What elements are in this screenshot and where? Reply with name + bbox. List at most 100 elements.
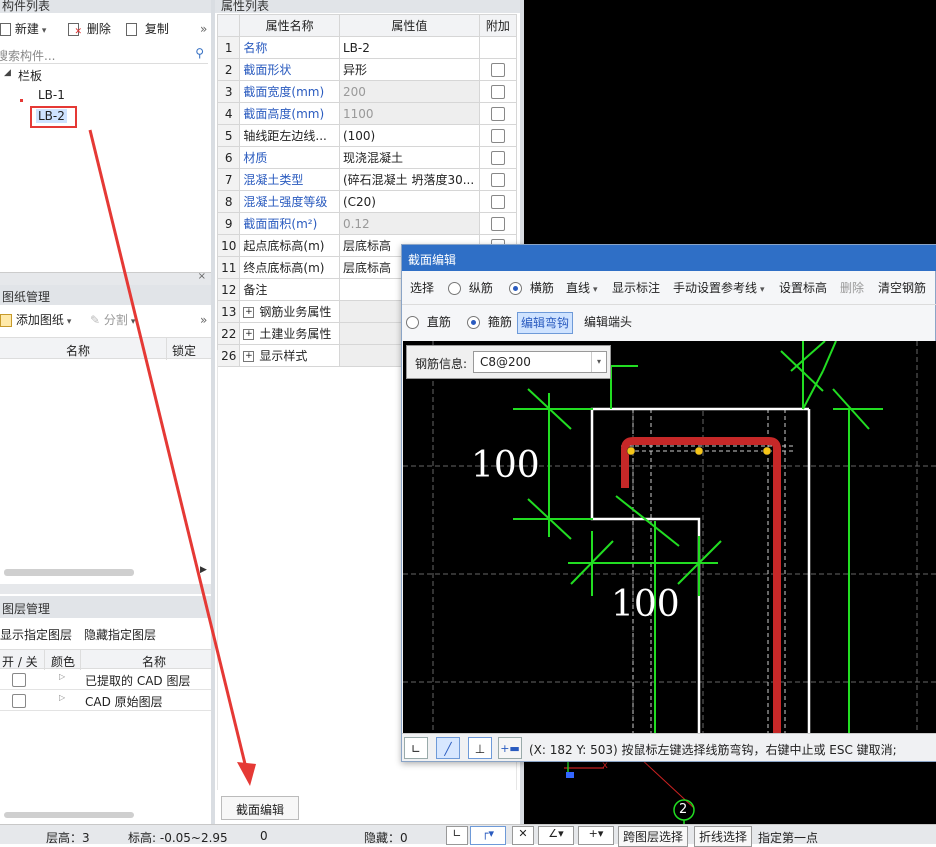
delete-button[interactable]: ✕ 删除: [68, 18, 111, 40]
component-search[interactable]: 搜索构件... ⚲: [0, 44, 208, 64]
rebar-info-select[interactable]: C8@200 ▾: [473, 351, 607, 373]
expand-plus-icon[interactable]: +: [243, 329, 255, 340]
stirrup-radio[interactable]: 箍筋: [467, 311, 512, 333]
more-icon[interactable]: »: [200, 18, 207, 40]
property-row[interactable]: 1 名称 LB-2: [216, 36, 518, 59]
property-name: 材质: [239, 146, 340, 169]
tree-item-lb1[interactable]: LB-1: [38, 88, 65, 102]
divider: [402, 304, 936, 305]
section-edit-dialog: 截面编辑 选择 纵筋 横筋 直线 显示标注 手动设置参考线 设置标高 删除 清空…: [401, 244, 936, 762]
property-value[interactable]: (100): [338, 124, 480, 147]
property-name: 截面宽度(mm): [239, 80, 340, 103]
component-tree: ◢ 栏板 LB-1 LB-2: [0, 66, 211, 266]
expand-plus-icon[interactable]: +: [243, 307, 255, 318]
panel-splitter[interactable]: ×: [0, 271, 211, 285]
property-row[interactable]: 8 混凝土强度等级 (C20): [216, 190, 518, 213]
manual-reference-line-dropdown[interactable]: 手动设置参考线: [673, 277, 765, 299]
select-button[interactable]: 选择: [410, 277, 434, 299]
property-row[interactable]: 6 材质 现浇混凝土: [216, 146, 518, 169]
scroll-arrow-right-icon[interactable]: ▶: [200, 565, 207, 575]
tree-group-balustrade[interactable]: 栏板: [18, 67, 42, 84]
attach-checkbox[interactable]: [490, 194, 505, 209]
transverse-rebar-radio[interactable]: 横筋: [509, 277, 554, 299]
search-icon[interactable]: ⚲: [195, 46, 204, 60]
layer-row[interactable]: ▷ CAD 原始图层: [0, 690, 211, 711]
new-button[interactable]: 新建: [0, 18, 46, 40]
property-group-label: 土建业务属性: [259, 327, 332, 341]
show-dimension-button[interactable]: 显示标注: [612, 277, 660, 299]
property-row[interactable]: 2 截面形状 异形: [216, 58, 518, 81]
edit-end-button[interactable]: 编辑端头: [584, 311, 632, 333]
snap-diagonal-icon[interactable]: ╱: [436, 737, 460, 759]
property-value[interactable]: (碎石混凝土 坍落度30...: [338, 168, 480, 191]
add-drawing-button[interactable]: 添加图纸: [0, 309, 71, 331]
longitudinal-rebar-radio[interactable]: 纵筋: [448, 277, 493, 299]
property-value[interactable]: LB-2: [338, 36, 480, 59]
close-icon[interactable]: ×: [198, 271, 206, 282]
attach-checkbox[interactable]: [490, 172, 505, 187]
component-list-panel: 构件列表 新建 ✕ 删除 复制 » 搜索构件... ⚲ ◢ 栏板 LB-1 LB…: [0, 0, 211, 272]
attach-cell: [478, 102, 518, 125]
property-value[interactable]: 现浇混凝土: [338, 146, 480, 169]
dialog-statusbar: ∟ ╱ ⊥ +▬ (X: 182 Y: 503) 按鼠标左键选择线筋弯钩，右键中…: [402, 733, 936, 761]
axis-snap-dropdown[interactable]: +▾: [578, 826, 614, 845]
property-row[interactable]: 4 截面高度(mm) 1100: [216, 102, 518, 125]
property-row[interactable]: 5 轴线距左边线... (100): [216, 124, 518, 147]
property-row[interactable]: 9 截面面积(m²) 0.12: [216, 212, 518, 235]
property-row[interactable]: 3 截面宽度(mm) 200: [216, 80, 518, 103]
panel-splitter[interactable]: [0, 584, 211, 594]
attach-checkbox[interactable]: [490, 106, 505, 121]
layer-row[interactable]: ▷ 已提取的 CAD 图层: [0, 669, 211, 690]
layer-toggle-checkbox[interactable]: [12, 673, 26, 687]
attach-cell: [478, 212, 518, 235]
radio-icon: [448, 282, 461, 295]
line-dropdown[interactable]: 直线: [566, 277, 598, 299]
property-value[interactable]: (C20): [338, 190, 480, 213]
section-drawing-area[interactable]: 100 100 钢筋信息: C8@200 ▾: [403, 341, 936, 733]
floor-height: 层高：3: [46, 831, 90, 845]
property-name: 截面高度(mm): [239, 102, 340, 125]
copy-button[interactable]: 复制: [126, 18, 169, 40]
snap-dropdown[interactable]: ┌▾: [470, 826, 506, 845]
property-name: + 钢筋业务属性: [239, 300, 340, 323]
delete-icon: ✕: [68, 23, 82, 37]
hide-specified-layer-button[interactable]: 隐藏指定图层: [84, 626, 156, 643]
ortho-mode-icon[interactable]: ∟: [404, 737, 428, 759]
chevron-down-icon: ▾: [591, 352, 606, 372]
horizontal-scrollbar[interactable]: [4, 569, 134, 576]
tree-item-lb2-selected[interactable]: LB-2: [30, 106, 77, 128]
property-name: 轴线距左边线...: [239, 124, 340, 147]
property-value[interactable]: 异形: [338, 58, 480, 81]
attach-checkbox[interactable]: [490, 216, 505, 231]
layer-toggle-checkbox[interactable]: [12, 694, 26, 708]
attach-cell: [478, 80, 518, 103]
more-icon[interactable]: »: [200, 309, 207, 331]
edit-hook-button[interactable]: 编辑弯钩: [517, 312, 574, 334]
dialog-toolbar-2: 直筋 箍筋 编辑弯钩 编辑端头: [402, 311, 936, 335]
attach-checkbox[interactable]: [490, 84, 505, 99]
section-edit-tab[interactable]: 截面编辑: [221, 796, 299, 820]
property-name: 混凝土强度等级: [239, 190, 340, 213]
cross-icon[interactable]: ✕: [512, 826, 534, 845]
attach-checkbox[interactable]: [490, 128, 505, 143]
attach-checkbox[interactable]: [490, 62, 505, 77]
show-specified-layer-button[interactable]: 显示指定图层: [0, 626, 72, 643]
tree-collapse-icon[interactable]: ◢: [4, 68, 11, 78]
property-row[interactable]: 7 混凝土类型 (碎石混凝土 坍落度30...: [216, 168, 518, 191]
horizontal-scrollbar[interactable]: [4, 812, 134, 818]
angle-dropdown[interactable]: ∠▾: [538, 826, 574, 845]
dialog-titlebar[interactable]: 截面编辑: [402, 245, 936, 271]
elevation: 标高: -0.05~2.95: [128, 831, 228, 845]
split-button[interactable]: ✎ 分割: [90, 309, 135, 331]
delete-button[interactable]: 删除: [840, 277, 864, 299]
clear-rebar-button[interactable]: 清空钢筋: [878, 277, 926, 299]
set-elevation-button[interactable]: 设置标高: [779, 277, 827, 299]
axis-snap-icon[interactable]: +▬: [498, 737, 522, 759]
ortho-icon[interactable]: ∟: [446, 826, 468, 845]
perpendicular-icon[interactable]: ⊥: [468, 737, 492, 759]
attach-checkbox[interactable]: [490, 150, 505, 165]
straight-rebar-radio[interactable]: 直筋: [406, 311, 451, 333]
expand-arrow-icon[interactable]: ▷: [59, 672, 65, 681]
property-list-header: 属性列表: [215, 0, 520, 13]
expand-arrow-icon[interactable]: ▷: [59, 693, 65, 702]
